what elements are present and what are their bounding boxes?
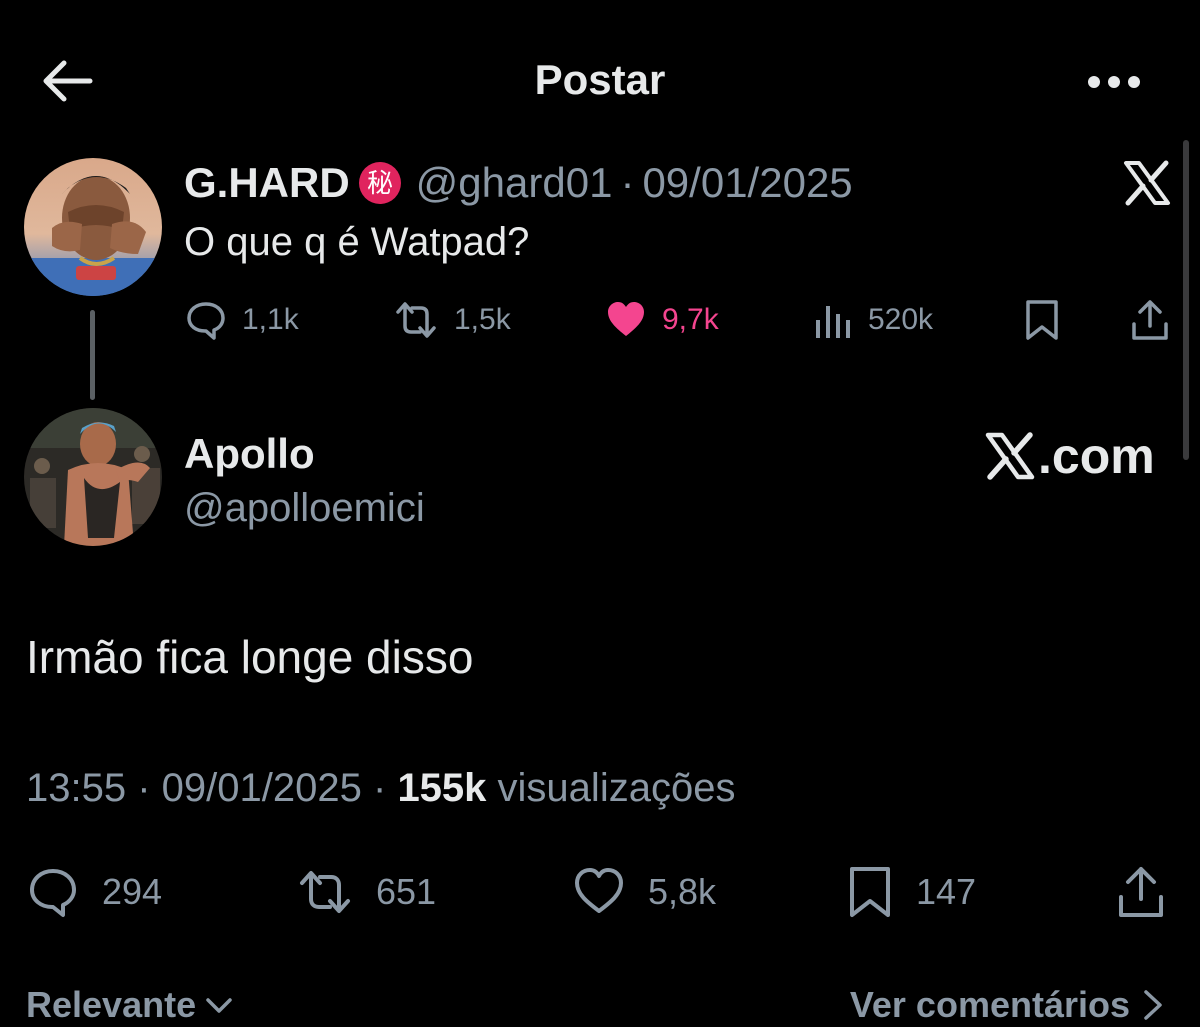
repost-icon <box>300 871 350 913</box>
scrollbar[interactable] <box>1183 140 1189 460</box>
avatar-ghard[interactable] <box>24 158 162 296</box>
view-comments-link[interactable]: Ver comentários <box>850 984 1166 1026</box>
heart-icon <box>575 868 623 913</box>
like-count: 5,8k <box>648 871 717 912</box>
x-com-text: .com <box>1038 428 1155 484</box>
tweet-time: 13:55 <box>26 766 127 810</box>
views-label: visualizações <box>497 766 736 810</box>
chevron-down-icon <box>206 998 232 1013</box>
sort-label: Relevante <box>26 984 197 1025</box>
reply-icon <box>187 302 225 340</box>
secret-badge-icon: 秘 <box>358 162 401 204</box>
x-logo-icon <box>1124 160 1170 206</box>
separator-dot: · <box>620 159 635 206</box>
x-logo-icon <box>985 432 1035 480</box>
quoted-repost-button[interactable]: 1,5k <box>392 292 511 348</box>
share-button[interactable] <box>1116 860 1166 924</box>
chevron-right-icon <box>1144 990 1162 1020</box>
reply-count: 294 <box>102 871 163 912</box>
quoted-tweet-actions: 1,1k 1,5k 9,7k 520k <box>184 292 1174 348</box>
reply-icon <box>30 869 76 917</box>
bookmark-count: 147 <box>916 871 977 912</box>
sort-dropdown[interactable]: Relevante <box>26 984 234 1026</box>
analytics-icon <box>816 306 850 338</box>
heart-filled-icon <box>608 302 644 336</box>
x-com-badge: .com <box>984 428 1155 484</box>
top-bar: Postar <box>0 0 1200 160</box>
quoted-like-count: 9,7k <box>662 303 719 336</box>
avatar-apollo[interactable] <box>24 408 162 546</box>
tweet-meta: 13:55 · 09/01/2025 · 155k visualizações <box>26 766 735 811</box>
thread-connector <box>90 310 95 400</box>
page-title: Postar <box>534 56 666 103</box>
quoted-repost-count: 1,5k <box>454 303 511 336</box>
quoted-author-name[interactable]: G.HARD <box>184 159 350 207</box>
repost-button[interactable]: 651 <box>296 860 436 924</box>
tweet-text: Irmão fica longe disso <box>26 631 474 683</box>
tweet-actions: 294 651 5,8k 147 <box>26 860 1176 924</box>
reply-button[interactable]: 294 <box>26 860 162 924</box>
post-page: Postar G.HARD 秘 @ghard01 · 09/01/2025 O … <box>0 0 1200 1027</box>
more-options-button[interactable] <box>1086 70 1142 94</box>
share-icon <box>1119 867 1163 917</box>
quoted-reply-count: 1,1k <box>242 303 299 336</box>
quoted-bookmark-button[interactable] <box>1022 292 1062 348</box>
views-count[interactable]: 155k <box>397 766 486 810</box>
bookmark-icon <box>850 867 890 917</box>
badge-char: 秘 <box>367 169 393 199</box>
bookmark-icon <box>1026 300 1058 340</box>
like-button[interactable]: 5,8k <box>572 860 716 924</box>
author-name[interactable]: Apollo <box>184 430 315 478</box>
quoted-like-button[interactable]: 9,7k <box>604 292 719 348</box>
share-icon <box>1132 300 1168 340</box>
quoted-tweet-header: G.HARD 秘 @ghard01 · 09/01/2025 <box>184 158 853 208</box>
quoted-views-count: 520k <box>868 303 934 336</box>
bookmark-button[interactable]: 147 <box>846 860 976 924</box>
separator-dot: · <box>373 766 398 810</box>
quoted-views-button[interactable]: 520k <box>814 292 933 348</box>
more-horizontal-icon <box>1088 76 1140 88</box>
view-comments-label: Ver comentários <box>849 984 1130 1025</box>
repost-count: 651 <box>376 871 437 912</box>
quoted-reply-button[interactable]: 1,1k <box>184 292 299 348</box>
separator-dot: · <box>137 766 162 810</box>
repost-icon <box>396 302 436 338</box>
quoted-author-handle[interactable]: @ghard01 <box>416 159 613 207</box>
quoted-tweet-text: O que q é Watpad? <box>184 220 530 264</box>
tweet-date: 09/01/2025 <box>161 766 362 810</box>
quoted-tweet-date: 09/01/2025 <box>642 159 853 206</box>
author-handle[interactable]: @apolloemici <box>184 486 425 531</box>
quoted-share-button[interactable] <box>1130 292 1170 348</box>
